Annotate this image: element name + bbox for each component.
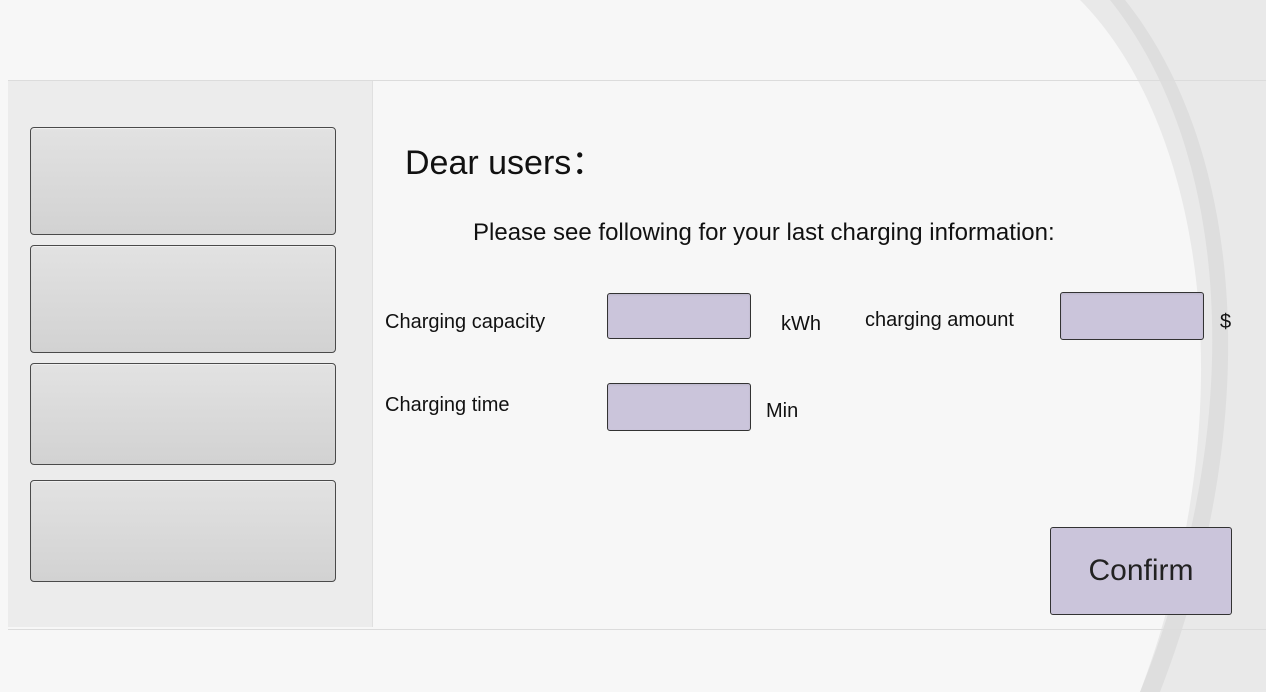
sidebar xyxy=(8,81,373,627)
confirm-button[interactable]: Confirm xyxy=(1050,527,1232,615)
top-bar xyxy=(0,0,1266,80)
charging-time-unit: Min xyxy=(766,400,799,422)
charging-time-field[interactable] xyxy=(607,383,751,431)
main-panel: Dear users： Please see following for you… xyxy=(373,81,1266,627)
charging-time-label: Charging time xyxy=(385,394,510,416)
sidebar-button-1[interactable] xyxy=(30,127,336,235)
page-title: Dear users： xyxy=(405,144,606,182)
charging-amount-label: charging amount xyxy=(865,309,1014,331)
charging-capacity-unit: kWh xyxy=(781,313,821,335)
charging-amount-field[interactable] xyxy=(1060,292,1204,340)
sidebar-button-4[interactable] xyxy=(30,480,336,582)
instruction-text: Please see following for your last charg… xyxy=(473,219,1055,246)
sidebar-button-2[interactable] xyxy=(30,245,336,353)
charging-capacity-label: Charging capacity xyxy=(385,311,546,333)
charging-capacity-field[interactable] xyxy=(607,293,751,339)
sidebar-button-3[interactable] xyxy=(30,363,336,465)
charging-amount-unit: $ xyxy=(1220,311,1232,333)
